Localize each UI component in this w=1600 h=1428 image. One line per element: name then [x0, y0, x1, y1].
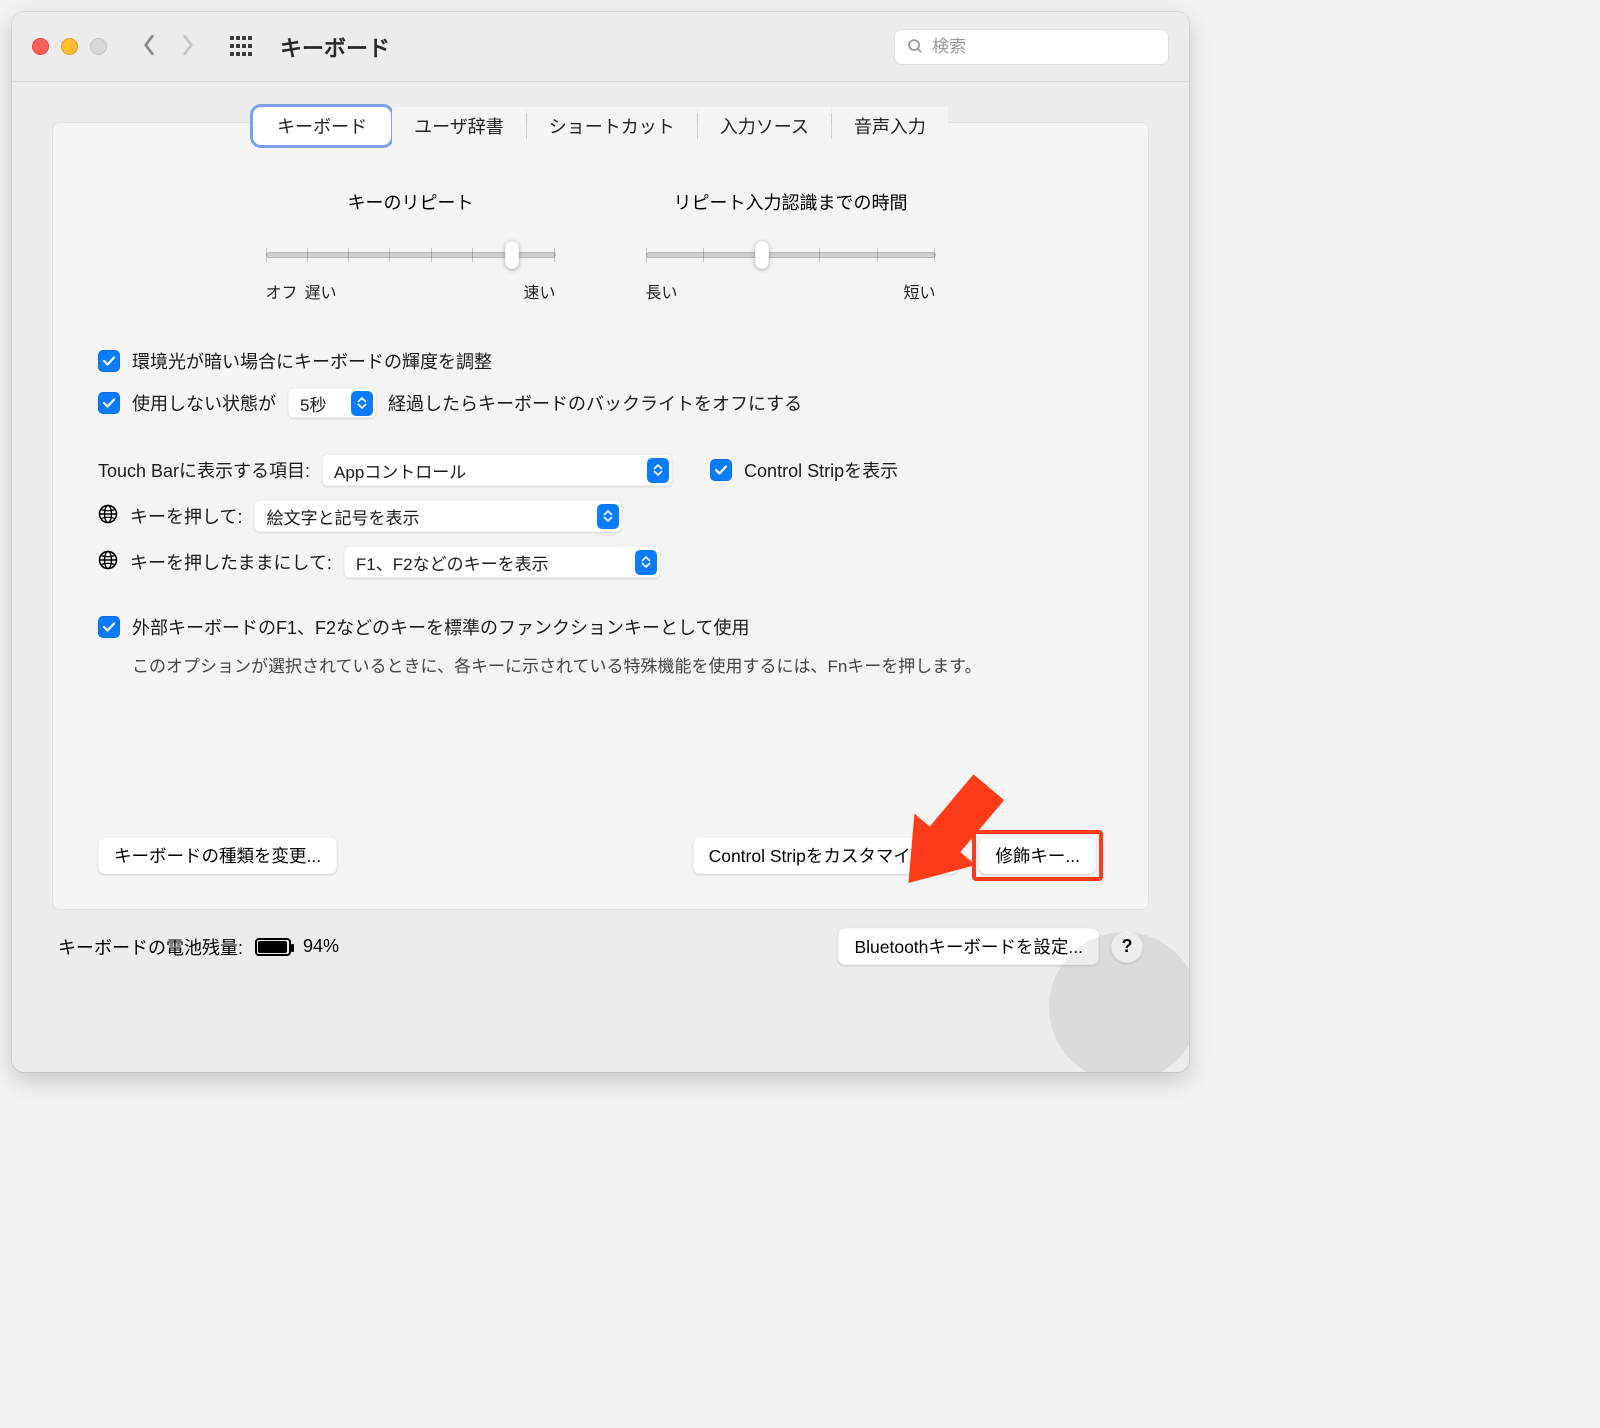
slider-long-label: 長い	[646, 279, 678, 303]
tab-keyboard[interactable]: キーボード	[253, 107, 391, 145]
show-control-strip-checkbox[interactable]	[710, 459, 732, 481]
key-repeat-slider-group: キーのリピート オフ 遅い 速い	[266, 189, 556, 303]
backlight-off-checkbox[interactable]	[98, 392, 120, 414]
key-repeat-label: キーのリピート	[266, 189, 556, 215]
touchbar-label: Touch Barに表示する項目:	[98, 457, 310, 483]
key-repeat-slider[interactable]	[266, 245, 556, 265]
slider-fast-label: 速い	[523, 279, 555, 303]
window-controls	[32, 38, 107, 55]
preferences-window: キーボード キーボード ユーザ辞書 ショートカット 入力ソース	[12, 12, 1189, 1072]
close-window-button[interactable]	[32, 38, 49, 55]
modifier-keys-button[interactable]: 修飾キー...	[979, 837, 1096, 874]
slider-off-label: オフ	[266, 279, 298, 303]
search-icon	[907, 37, 924, 56]
search-field[interactable]	[894, 29, 1169, 65]
backlight-off-suffix: 経過したらキーボードのバックライトをオフにする	[388, 390, 802, 416]
slider-short-label: 短い	[903, 279, 935, 303]
content-area: キーボード ユーザ辞書 ショートカット 入力ソース 音声入力 キーのリピート	[12, 82, 1189, 993]
globe-press-popup[interactable]: 絵文字と記号を表示	[254, 500, 622, 532]
stepper-icon	[351, 391, 373, 416]
highlight-annotation: 修飾キー...	[972, 830, 1103, 881]
backlight-off-prefix: 使用しない状態が	[132, 390, 276, 416]
help-button[interactable]: ?	[1111, 931, 1143, 963]
check-icon	[714, 463, 728, 477]
fn-keys-checkbox[interactable]	[98, 616, 120, 638]
bluetooth-keyboard-button[interactable]: Bluetoothキーボードを設定...	[838, 928, 1099, 965]
window-title: キーボード	[280, 31, 390, 63]
battery-value: 94%	[303, 936, 339, 957]
battery-label: キーボードの電池残量:	[58, 934, 243, 960]
tab-inputsource[interactable]: 入力ソース	[698, 107, 831, 145]
touchbar-popup[interactable]: Appコントロール	[322, 454, 672, 486]
change-keyboard-type-button[interactable]: キーボードの種類を変更...	[98, 837, 337, 874]
globe-press-label: キーを押して:	[130, 503, 242, 529]
tab-userdict[interactable]: ユーザ辞書	[392, 107, 526, 145]
adjust-brightness-checkbox[interactable]	[98, 350, 120, 372]
globe-hold-popup[interactable]: F1、F2などのキーを表示	[344, 546, 660, 578]
globe-press-value: 絵文字と記号を表示	[266, 504, 419, 529]
back-button[interactable]	[142, 33, 156, 61]
forward-button[interactable]	[181, 33, 195, 61]
stepper-icon	[635, 550, 657, 575]
check-icon	[102, 354, 116, 368]
maximize-window-button[interactable]	[90, 38, 107, 55]
titlebar: キーボード	[12, 12, 1189, 82]
fn-keys-label: 外部キーボードのF1、F2などのキーを標準のファンクションキーとして使用	[132, 614, 749, 640]
delay-slider-group: リピート入力認識までの時間 長い 短い	[646, 189, 936, 303]
globe-icon	[98, 550, 118, 575]
touchbar-value: Appコントロール	[334, 458, 466, 483]
backlight-delay-popup[interactable]: 5秒	[288, 388, 376, 418]
delay-slider[interactable]	[646, 245, 936, 265]
delay-label: リピート入力認識までの時間	[646, 189, 936, 215]
globe-hold-label: キーを押したままにして:	[130, 549, 332, 575]
show-all-button[interactable]	[230, 36, 252, 58]
stepper-icon	[647, 458, 669, 483]
tab-shortcut[interactable]: ショートカット	[527, 107, 697, 145]
backlight-delay-value: 5秒	[300, 391, 326, 416]
slider-slow-label: 遅い	[304, 279, 336, 303]
keyboard-settings-card: キーボード ユーザ辞書 ショートカット 入力ソース 音声入力 キーのリピート	[52, 122, 1149, 910]
minimize-window-button[interactable]	[61, 38, 78, 55]
adjust-brightness-label: 環境光が暗い場合にキーボードの輝度を調整	[132, 348, 492, 374]
check-icon	[102, 620, 116, 634]
globe-hold-value: F1、F2などのキーを表示	[356, 550, 549, 575]
tab-dictation[interactable]: 音声入力	[832, 107, 948, 145]
globe-icon	[98, 504, 118, 529]
search-input[interactable]	[932, 37, 1156, 57]
show-control-strip-label: Control Stripを表示	[744, 457, 898, 483]
battery-icon	[255, 938, 291, 956]
check-icon	[102, 396, 116, 410]
fn-keys-note: このオプションが選択されているときに、各キーに示されている特殊機能を使用するには…	[132, 654, 982, 680]
customize-control-strip-button[interactable]: Control Stripをカスタマイズ...	[693, 837, 959, 874]
settings-tabs: キーボード ユーザ辞書 ショートカット 入力ソース 音声入力	[253, 107, 948, 145]
stepper-icon	[597, 504, 619, 529]
